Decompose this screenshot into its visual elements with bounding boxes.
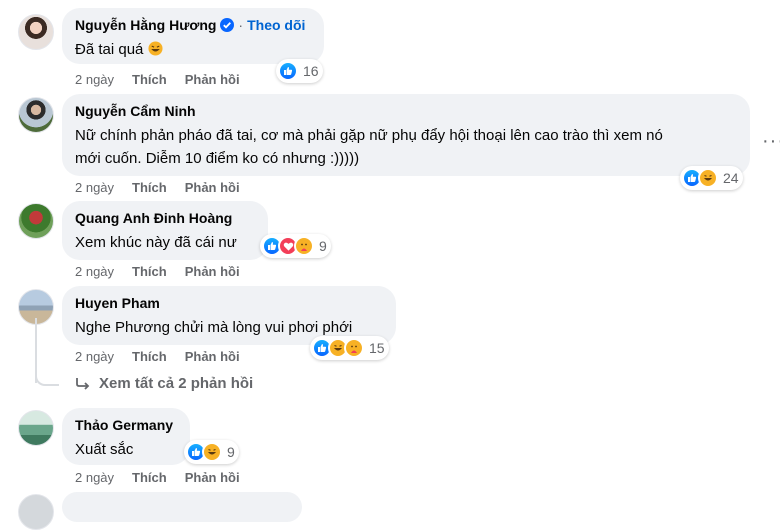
reaction-summary[interactable]: 24 <box>680 166 743 190</box>
comment-text: Xuất sắc <box>75 441 134 458</box>
more-options-icon[interactable]: ··· <box>762 130 780 153</box>
verified-badge-icon <box>220 18 235 32</box>
comment-actions: 2 ngày Thích Phản hồi <box>75 470 240 485</box>
comment-bubble: Nguyễn Cẩm Ninh Nữ chính phản pháo đã ta… <box>62 94 750 176</box>
like-button[interactable]: Thích <box>132 72 167 87</box>
comment-bubble: Thảo Germany Xuất sắc <box>62 408 190 465</box>
reply-button[interactable]: Phản hồi <box>185 180 240 195</box>
avatar[interactable] <box>18 97 54 133</box>
reaction-count: 16 <box>303 63 319 79</box>
comment-bubble: Nguyễn Hằng Hương · Theo dõi Đã tai quá <box>62 8 324 64</box>
comment-bubble <box>62 492 302 522</box>
comment-text: Đã tai quá <box>75 38 312 63</box>
reply-button[interactable]: Phản hồi <box>185 470 240 485</box>
like-button[interactable]: Thích <box>132 349 167 364</box>
comment-time[interactable]: 2 ngày <box>75 180 114 195</box>
avatar[interactable] <box>18 14 54 50</box>
comment-actions: 2 ngày Thích Phản hồi <box>75 349 240 364</box>
comment-actions: 2 ngày Thích Phản hồi <box>75 180 240 195</box>
comment-actions: 2 ngày Thích Phản hồi <box>75 72 240 87</box>
reply-arrow-icon <box>75 377 91 391</box>
like-button[interactable]: Thích <box>132 180 167 195</box>
comment-time[interactable]: 2 ngày <box>75 264 114 279</box>
reaction-summary[interactable]: 16 <box>276 59 323 83</box>
reaction-summary[interactable]: 9 <box>260 234 331 258</box>
comment-time[interactable]: 2 ngày <box>75 470 114 485</box>
laughing-emoji-icon <box>148 40 163 63</box>
reply-button[interactable]: Phản hồi <box>185 264 240 279</box>
reply-button[interactable]: Phản hồi <box>185 72 240 87</box>
avatar[interactable] <box>18 494 54 530</box>
haha-reaction-icon <box>202 442 222 462</box>
separator-dot: · <box>238 17 244 33</box>
care-reaction-icon <box>294 236 314 256</box>
reaction-count: 9 <box>319 238 327 254</box>
thread-connector-elbow <box>35 366 59 386</box>
reaction-summary[interactable]: 15 <box>310 336 389 360</box>
view-replies-label: Xem tất cả 2 phản hồi <box>99 375 254 392</box>
view-replies-link[interactable]: Xem tất cả 2 phản hồi <box>75 375 253 392</box>
comment-time[interactable]: 2 ngày <box>75 72 114 87</box>
commenter-name[interactable]: Thảo Germany <box>75 416 178 434</box>
commenter-name[interactable]: Nguyễn Hằng Hương <box>75 16 216 34</box>
like-button[interactable]: Thích <box>132 264 167 279</box>
follow-button[interactable]: Theo dõi <box>247 17 305 33</box>
reaction-count: 9 <box>227 444 235 460</box>
haha-reaction-icon <box>698 168 718 188</box>
comment-text: Nữ chính phản pháo đã tai, cơ mà phải gặ… <box>75 127 663 167</box>
reaction-count: 24 <box>723 170 739 186</box>
commenter-name[interactable]: Quang Anh Đinh Hoàng <box>75 209 256 227</box>
reaction-count: 15 <box>369 340 385 356</box>
commenter-name[interactable]: Huyen Pham <box>75 294 384 312</box>
comment-actions: 2 ngày Thích Phản hồi <box>75 264 240 279</box>
reaction-summary[interactable]: 9 <box>184 440 239 464</box>
like-reaction-icon <box>278 61 298 81</box>
avatar[interactable] <box>18 203 54 239</box>
comment-bubble: Quang Anh Đinh Hoàng Xem khúc này đã cái… <box>62 201 268 260</box>
comment-time[interactable]: 2 ngày <box>75 349 114 364</box>
reply-button[interactable]: Phản hồi <box>185 349 240 364</box>
avatar[interactable] <box>18 410 54 446</box>
care-reaction-icon <box>344 338 364 358</box>
like-button[interactable]: Thích <box>132 470 167 485</box>
commenter-name[interactable]: Nguyễn Cẩm Ninh <box>75 102 738 120</box>
comment-text: Xem khúc này đã cái nư <box>75 234 237 251</box>
